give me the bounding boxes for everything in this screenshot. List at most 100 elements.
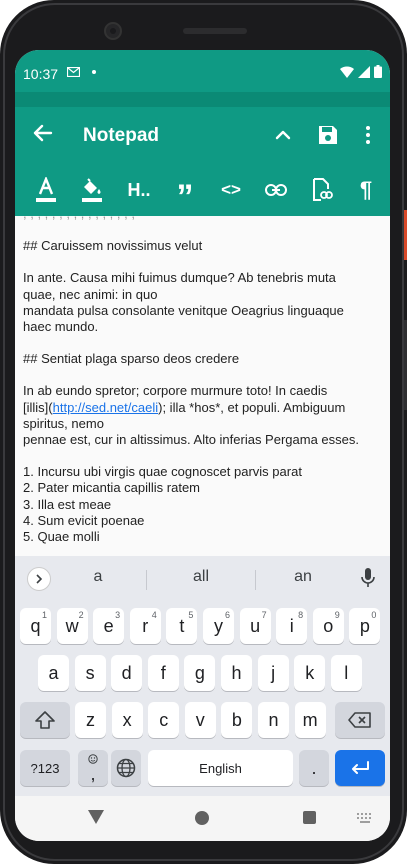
key-h[interactable]: h [221, 655, 252, 691]
enter-key[interactable] [335, 750, 385, 786]
key-c[interactable]: c [148, 702, 180, 738]
key-v[interactable]: v [184, 702, 216, 738]
key-t[interactable]: t5 [166, 608, 198, 644]
key-r[interactable]: r4 [129, 608, 161, 644]
key-n[interactable]: n [258, 702, 289, 738]
link-button[interactable] [262, 170, 290, 210]
editor-text[interactable]: , , , , , , , , , , , , , , , , ## Carui… [23, 216, 378, 545]
key-k[interactable]: k [294, 655, 326, 691]
key-label: v [195, 709, 205, 730]
status-time: 10:37 [23, 66, 59, 82]
key-g[interactable]: g [184, 655, 216, 691]
chevron-up-icon[interactable] [273, 125, 293, 145]
nav-back-icon[interactable] [88, 810, 104, 824]
format-toolbar: H.. ” <> ¶ [15, 170, 390, 216]
fill-color-icon [82, 178, 102, 202]
key-z[interactable]: z [75, 702, 106, 738]
text-color-button[interactable] [32, 170, 60, 210]
key-hint: 3 [115, 610, 121, 620]
text-line: spiritus, nemo [23, 415, 104, 431]
symbols-key[interactable]: ?123 [20, 750, 70, 786]
key-label: y [214, 615, 223, 636]
text-color-icon [36, 177, 56, 202]
suggestion-1[interactable]: a [48, 568, 148, 586]
key-u[interactable]: u7 [239, 608, 271, 644]
key-a[interactable]: a [38, 655, 69, 691]
shift-key[interactable] [20, 702, 70, 738]
key-q[interactable]: q1 [20, 608, 51, 644]
paragraph-button[interactable]: ¶ [352, 170, 380, 210]
key-label: g [194, 662, 205, 683]
text-line: ## Caruissem novissimus velut [23, 238, 203, 254]
text-line: haec mundo. [23, 319, 99, 335]
language-key[interactable] [111, 750, 141, 786]
quote-button[interactable]: ” [171, 170, 199, 216]
file-link-icon [313, 178, 333, 201]
key-y[interactable]: y6 [203, 608, 234, 644]
key-f[interactable]: f [147, 655, 179, 691]
key-l[interactable]: l [330, 655, 362, 691]
microphone-icon[interactable] [361, 568, 375, 588]
key-j[interactable]: j [257, 655, 289, 691]
key-w[interactable]: w2 [56, 608, 88, 644]
text-line: ## Sentiat plaga sparso deos credere [23, 351, 240, 367]
key-hint: 6 [224, 610, 230, 620]
earpiece-speaker [183, 28, 247, 34]
key-e[interactable]: e3 [93, 608, 125, 644]
key-label: l [344, 662, 349, 683]
screen: 10:37 Notepad H.. ” <> ¶ ## Caruissem no… [15, 50, 390, 841]
suggestion-3[interactable]: an [253, 568, 353, 586]
save-icon[interactable] [317, 124, 339, 146]
text-line [23, 335, 378, 351]
fill-color-button[interactable] [78, 170, 106, 210]
hyperlink[interactable]: http://sed.net/caeli [53, 400, 159, 415]
key-hint: 0 [371, 610, 377, 620]
code-button[interactable]: <> [217, 170, 245, 210]
key-label: z [86, 709, 95, 730]
key-b[interactable]: b [221, 702, 253, 738]
key-hint: 5 [188, 610, 194, 620]
key-label: b [231, 709, 242, 730]
text-line: In ante. Causa mihi fuimus dumque? Ab te… [23, 270, 336, 286]
period-key[interactable]: . [299, 750, 329, 786]
key-m[interactable]: m [294, 702, 326, 738]
key-p[interactable]: p0 [349, 608, 381, 644]
shift-icon [35, 711, 55, 729]
key-label: m [302, 709, 318, 730]
key-label: f [160, 662, 166, 683]
key-d[interactable]: d [111, 655, 143, 691]
key-label: e [103, 615, 114, 636]
key-hint: 2 [78, 610, 84, 620]
nav-home-icon[interactable] [195, 811, 209, 825]
space-bar[interactable]: English [148, 750, 293, 786]
heading-button[interactable]: H.. [125, 170, 153, 210]
text-line [23, 448, 378, 464]
key-label: u [250, 615, 261, 636]
file-link-button[interactable] [308, 170, 336, 210]
backspace-key[interactable] [335, 702, 385, 738]
key-s[interactable]: s [74, 655, 106, 691]
globe-icon [116, 758, 136, 778]
comma-label: , [90, 764, 96, 784]
list-item: 4. Sum evicit poenae [23, 512, 145, 528]
key-label: a [48, 662, 59, 683]
emoji-comma-key[interactable]: , [78, 750, 108, 786]
notification-dot-icon [92, 70, 96, 74]
suggestion-2[interactable]: all [151, 568, 251, 586]
suggestion-strip: a all an [15, 556, 390, 600]
link-prefix: [illis]( [23, 399, 53, 415]
key-hint: 1 [41, 610, 47, 620]
markdown-editor[interactable]: , , , , , , , , , , , , , , , , ## Carui… [15, 216, 390, 556]
phone-frame: 10:37 Notepad H.. ” <> ¶ ## Caruissem no… [0, 0, 407, 864]
nav-recents-icon[interactable] [303, 811, 316, 824]
key-x[interactable]: x [111, 702, 143, 738]
app-title: Notepad [83, 125, 159, 146]
keyboard-switch-icon[interactable] [357, 813, 373, 823]
heading-icon: H.. [127, 179, 151, 200]
back-arrow-icon[interactable] [31, 122, 53, 144]
key-i[interactable]: i8 [276, 608, 308, 644]
text-line-with-link: [illis](http://sed.net/caeli); illa *hos… [23, 400, 378, 416]
battery-icon [374, 65, 382, 78]
more-vert-icon[interactable] [361, 124, 375, 146]
key-o[interactable]: o9 [312, 608, 344, 644]
